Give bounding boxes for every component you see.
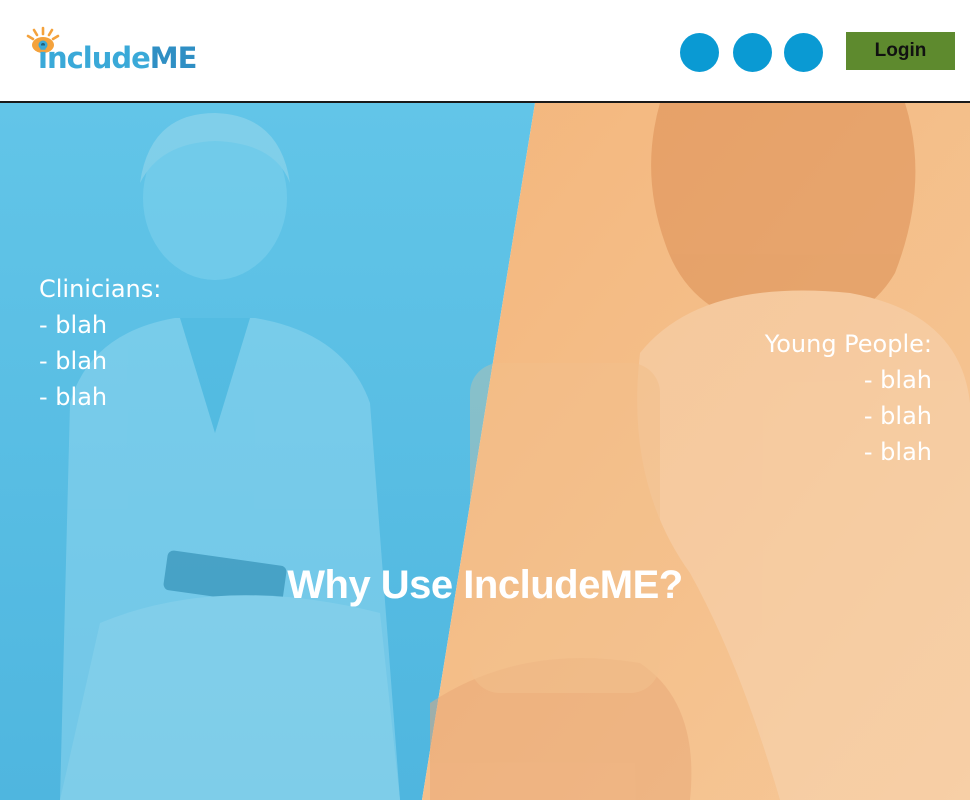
- clinicians-item: - blah: [39, 383, 108, 411]
- young-people-item: - blah: [863, 438, 932, 466]
- includeme-logo[interactable]: includeME: [24, 26, 209, 82]
- login-button[interactable]: Login: [846, 32, 955, 70]
- young-people-panel: Young People: - blah - blah - blah: [765, 326, 932, 470]
- young-people-item: - blah: [863, 402, 932, 430]
- clinicians-panel: Clinicians: - blah - blah - blah: [39, 271, 161, 415]
- clinicians-item: - blah: [39, 311, 108, 339]
- hero-headline: Why Use IncludeME?: [287, 563, 683, 607]
- hero-banner: Clinicians: - blah - blah - blah Young P…: [0, 103, 970, 800]
- young-people-item: - blah: [863, 366, 932, 394]
- logo-wordmark: includeME: [38, 40, 198, 76]
- logo-text-include: include: [38, 41, 151, 75]
- page: includeME Login Clinicians: - blah - bla…: [0, 0, 970, 800]
- clinicians-heading: Clinicians:: [39, 275, 162, 303]
- social-icon-1[interactable]: [680, 33, 719, 72]
- young-people-heading: Young People:: [764, 330, 932, 358]
- social-icon-3[interactable]: [784, 33, 823, 72]
- social-icon-2[interactable]: [733, 33, 772, 72]
- clinicians-item: - blah: [39, 347, 108, 375]
- logo-text-me: ME: [149, 41, 198, 75]
- site-header: includeME Login: [0, 0, 970, 103]
